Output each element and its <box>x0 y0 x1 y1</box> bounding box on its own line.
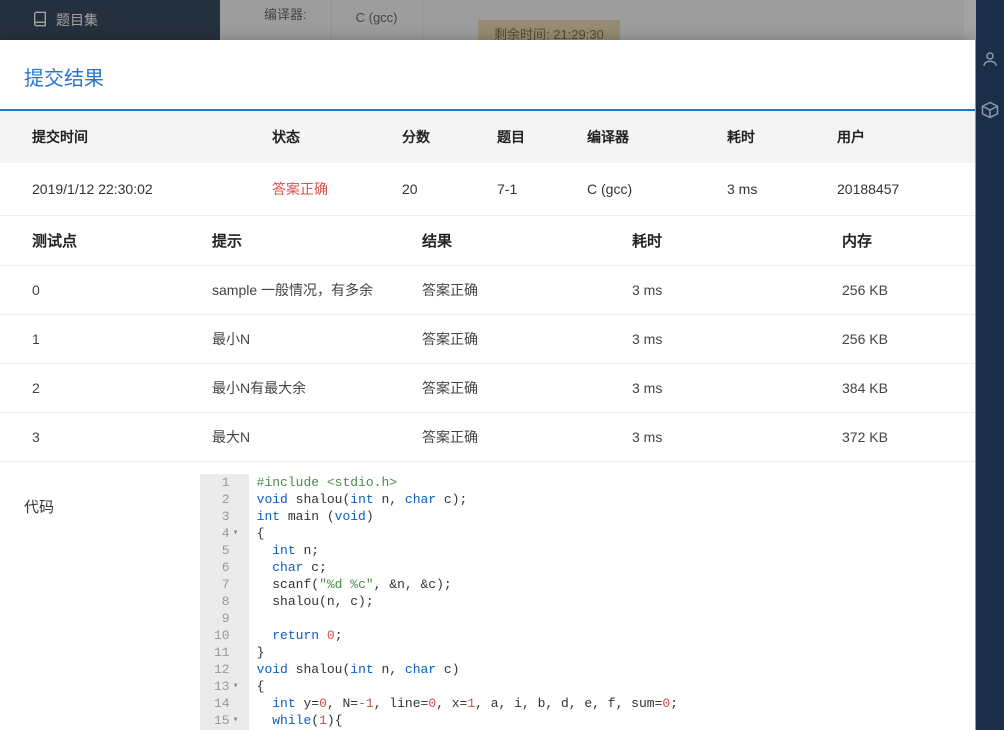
right-rail <box>976 0 1004 730</box>
col-score: 分数 <box>390 111 485 163</box>
submission-table: 提交时间 状态 分数 题目 编译器 耗时 用户 2019/1/12 22:30:… <box>0 111 975 216</box>
cell-mem: 256 KB <box>830 315 975 364</box>
cell-problem: 7-1 <box>485 163 575 216</box>
cell-elapsed: 3 ms <box>620 266 830 315</box>
cell-result: 答案正确 <box>410 364 620 413</box>
sidebar-item-label: 题目集 <box>56 10 98 30</box>
table-row[interactable]: 2最小N有最大余答案正确3 ms384 KB <box>0 364 975 413</box>
cell-idx: 1 <box>0 315 200 364</box>
col-status: 状态 <box>260 111 390 163</box>
col-elapsed: 耗时 <box>620 216 830 266</box>
cell-elapsed: 3 ms <box>715 163 825 216</box>
cell-idx: 0 <box>0 266 200 315</box>
cell-result: 答案正确 <box>410 266 620 315</box>
col-compiler: 编译器 <box>575 111 715 163</box>
table-row[interactable]: 1最小N答案正确3 ms256 KB <box>0 315 975 364</box>
cell-mem: 384 KB <box>830 364 975 413</box>
cell-hint: sample 一般情况，有多余 <box>200 266 410 315</box>
submission-result-modal: 提交结果 提交时间 状态 分数 题目 编译器 耗时 用户 2019/1/12 2… <box>0 40 975 730</box>
book-icon <box>32 11 48 30</box>
compiler-value: C (gcc) <box>332 0 423 40</box>
cell-hint: 最小N <box>200 315 410 364</box>
cell-idx: 2 <box>0 364 200 413</box>
col-problem: 题目 <box>485 111 575 163</box>
table-row[interactable]: 3最大N答案正确3 ms372 KB <box>0 413 975 462</box>
user-icon[interactable] <box>981 50 999 71</box>
code-section: 代码 1▾2▾3▾4▾5▾6▾7▾8▾9▾10▾11▾12▾13▾14▾15▾1… <box>0 474 975 730</box>
code-label: 代码 <box>0 474 200 517</box>
col-mem: 内存 <box>830 216 975 266</box>
cell-compiler: C (gcc) <box>575 163 715 216</box>
col-elapsed: 耗时 <box>715 111 825 163</box>
cell-user: 20188457 <box>825 163 975 216</box>
test-cases-table: 测试点 提示 结果 耗时 内存 0sample 一般情况，有多余答案正确3 ms… <box>0 216 975 462</box>
code-body: #include <stdio.h>void shalou(int n, cha… <box>249 474 678 730</box>
cell-status: 答案正确 <box>260 163 390 216</box>
col-hint: 提示 <box>200 216 410 266</box>
col-idx: 测试点 <box>0 216 200 266</box>
cell-result: 答案正确 <box>410 413 620 462</box>
table-header-row: 提交时间 状态 分数 题目 编译器 耗时 用户 <box>0 111 975 163</box>
compiler-label: 编译器: <box>264 4 307 23</box>
cell-elapsed: 3 ms <box>620 315 830 364</box>
cube-icon[interactable] <box>981 101 999 122</box>
cell-idx: 3 <box>0 413 200 462</box>
cell-hint: 最小N有最大余 <box>200 364 410 413</box>
cell-score: 20 <box>390 163 485 216</box>
sidebar-item-problems[interactable]: 题目集 <box>32 10 98 30</box>
cell-hint: 最大N <box>200 413 410 462</box>
col-time: 提交时间 <box>0 111 260 163</box>
cell-mem: 372 KB <box>830 413 975 462</box>
cell-elapsed: 3 ms <box>620 413 830 462</box>
cell-result: 答案正确 <box>410 315 620 364</box>
table-header-row: 测试点 提示 结果 耗时 内存 <box>0 216 975 266</box>
code-editor[interactable]: 1▾2▾3▾4▾5▾6▾7▾8▾9▾10▾11▾12▾13▾14▾15▾16▾1… <box>200 474 965 730</box>
code-gutter: 1▾2▾3▾4▾5▾6▾7▾8▾9▾10▾11▾12▾13▾14▾15▾16▾1… <box>200 474 249 730</box>
modal-title: 提交结果 <box>0 40 975 109</box>
col-user: 用户 <box>825 111 975 163</box>
table-row[interactable]: 0sample 一般情况，有多余答案正确3 ms256 KB <box>0 266 975 315</box>
col-result: 结果 <box>410 216 620 266</box>
cell-time: 2019/1/12 22:30:02 <box>0 163 260 216</box>
table-row[interactable]: 2019/1/12 22:30:02 答案正确 20 7-1 C (gcc) 3… <box>0 163 975 216</box>
cell-elapsed: 3 ms <box>620 364 830 413</box>
cell-mem: 256 KB <box>830 266 975 315</box>
